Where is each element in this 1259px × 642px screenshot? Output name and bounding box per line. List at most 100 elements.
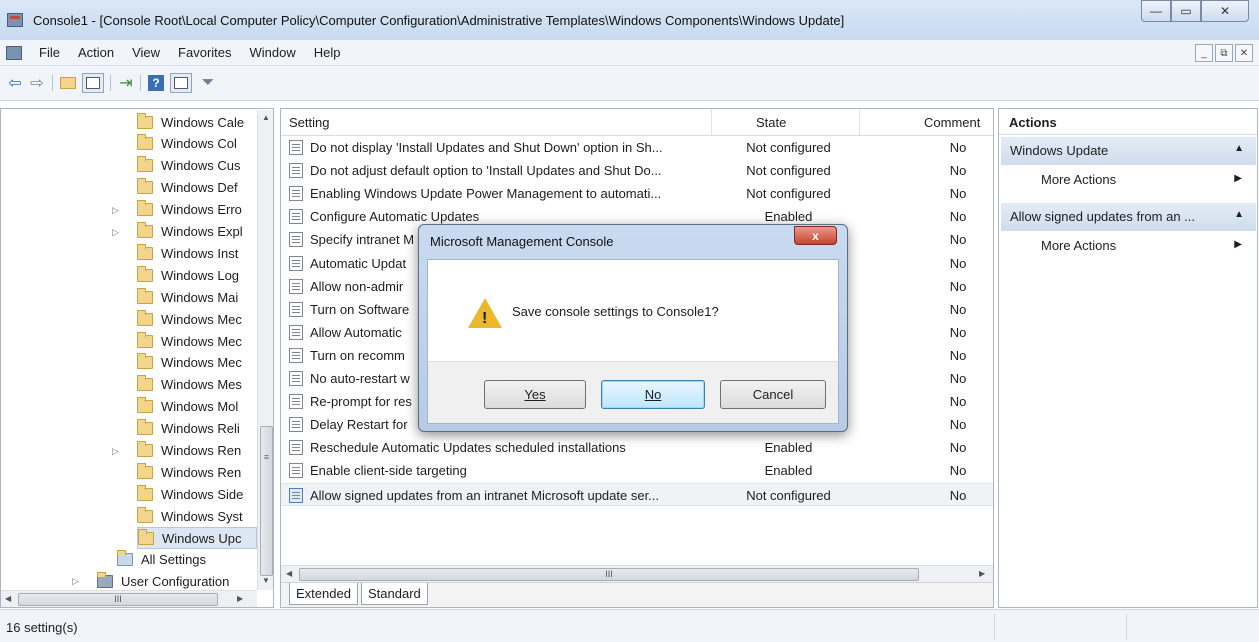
tree-item-windows-component[interactable]: Windows Log	[137, 264, 239, 286]
actions-section-allow-signed-updates[interactable]: Allow signed updates from an ... ▲	[1001, 203, 1256, 231]
actions-header: Actions	[999, 109, 1257, 135]
document-icon[interactable]	[6, 46, 22, 60]
collapse-icon[interactable]: ▲	[1234, 209, 1244, 220]
setting-comment: No	[949, 278, 967, 294]
expand-icon[interactable]: ▷	[72, 576, 79, 587]
column-header-comment[interactable]: Comment	[924, 115, 980, 130]
column-header-setting[interactable]: Setting	[289, 115, 329, 130]
expand-icon[interactable]: ▷	[112, 227, 119, 238]
tab-extended[interactable]: Extended	[289, 583, 358, 605]
help-icon[interactable]: ?	[146, 73, 166, 93]
tree-item-windows-component[interactable]: Windows Inst	[137, 242, 238, 264]
scroll-thumb[interactable]: III	[18, 593, 218, 606]
more-actions-item[interactable]: More Actions ▶	[1001, 167, 1256, 193]
tree-item-windows-component[interactable]: Windows Side	[137, 483, 243, 505]
table-row[interactable]: Enabling Windows Update Power Management…	[281, 182, 993, 205]
scroll-left-icon[interactable]: ◀	[286, 569, 292, 578]
tree-item-all-settings[interactable]: All Settings	[117, 548, 206, 570]
tree-item-windows-component[interactable]: Windows Mol	[137, 396, 238, 418]
tree-item-windows-component[interactable]: Windows Def	[137, 177, 238, 199]
table-row[interactable]: Do not adjust default option to 'Install…	[281, 159, 993, 182]
menu-bar: File Action View Favorites Window Help _…	[0, 40, 1259, 66]
mdi-close-button[interactable]: ✕	[1235, 44, 1253, 62]
menu-view[interactable]: View	[123, 45, 169, 60]
menu-action[interactable]: Action	[69, 45, 123, 60]
scroll-right-icon[interactable]: ▶	[237, 594, 243, 603]
tree-item-windows-component[interactable]: Windows Cale	[137, 111, 244, 133]
mdi-restore-button[interactable]: ⧉	[1215, 44, 1233, 62]
tree-item-windows-component[interactable]: Windows Upc	[137, 527, 257, 550]
minimize-button[interactable]: —	[1141, 0, 1171, 22]
column-divider[interactable]	[859, 109, 860, 135]
column-divider[interactable]	[711, 109, 712, 135]
export-icon[interactable]: ⇥	[116, 73, 136, 93]
mdi-minimize-button[interactable]: _	[1195, 44, 1213, 62]
close-button[interactable]: ✕	[1201, 0, 1249, 22]
tree-vertical-scrollbar[interactable]: ▲ ≡ ▼	[257, 110, 273, 590]
scroll-left-icon[interactable]: ◀	[5, 594, 11, 603]
tree-item-user-configuration[interactable]: ▷ User Configuration	[72, 570, 229, 592]
more-actions-item[interactable]: More Actions ▶	[1001, 233, 1256, 259]
expand-icon[interactable]: ▷	[112, 446, 119, 457]
table-row[interactable]: Allow signed updates from an intranet Mi…	[281, 482, 993, 506]
tab-standard[interactable]: Standard	[361, 583, 428, 605]
tree-item-windows-component[interactable]: Windows Mec	[137, 352, 242, 374]
folder-icon	[137, 484, 153, 501]
tree-item-windows-component[interactable]: Windows Mai	[137, 286, 238, 308]
setting-comment: No	[949, 186, 967, 202]
scroll-thumb[interactable]: III	[299, 568, 919, 581]
setting-state: Enabled	[764, 440, 813, 456]
expand-icon[interactable]: ▷	[112, 205, 119, 216]
setting-comment: No	[949, 371, 967, 386]
tree-item-windows-component[interactable]: Windows Mes	[137, 374, 242, 396]
dialog-close-button[interactable]: x	[794, 226, 837, 245]
no-button[interactable]: No	[601, 380, 705, 409]
tree-item-windows-component[interactable]: Windows Reli	[137, 418, 240, 440]
collapse-icon[interactable]: ▲	[1234, 143, 1244, 154]
filter-icon[interactable]: ⏷	[198, 73, 218, 93]
menu-file[interactable]: File	[30, 45, 69, 60]
up-folder-icon[interactable]	[58, 73, 78, 93]
setting-name: Enable client-side targeting	[310, 463, 467, 479]
tree-item-windows-component[interactable]: Windows Mec	[137, 330, 242, 352]
scroll-up-icon[interactable]: ▲	[262, 113, 270, 122]
tree-item-windows-component[interactable]: Windows Cus	[137, 155, 240, 177]
setting-comment: No	[949, 163, 967, 179]
tree-horizontal-scrollbar[interactable]: ◀ III ▶	[1, 590, 257, 607]
back-icon[interactable]: ⇦	[6, 73, 24, 93]
maximize-button[interactable]: ▭	[1171, 0, 1201, 22]
cancel-button[interactable]: Cancel	[720, 380, 826, 409]
table-row[interactable]: Do not display 'Install Updates and Shut…	[281, 136, 993, 159]
tree-item-windows-component[interactable]: ▷ Windows Expl	[112, 221, 243, 243]
menu-favorites[interactable]: Favorites	[169, 45, 240, 60]
actions-section-windows-update[interactable]: Windows Update ▲	[1001, 137, 1256, 165]
yes-button[interactable]: Yes	[484, 380, 586, 409]
warning-exclamation: !	[482, 310, 488, 327]
action-pane-icon[interactable]	[170, 73, 192, 93]
setting-comment: No	[949, 140, 967, 155]
menu-help[interactable]: Help	[305, 45, 350, 60]
tree-item-windows-component[interactable]: Windows Syst	[137, 505, 243, 527]
column-header-state[interactable]: State	[756, 115, 786, 130]
setting-comment: No	[949, 440, 967, 456]
tree-item-windows-component[interactable]: ▷ Windows Ren	[112, 440, 241, 462]
scroll-right-icon[interactable]: ▶	[979, 569, 985, 578]
dialog-title: Microsoft Management Console	[430, 234, 614, 249]
tree-item-windows-component[interactable]: ▷ Windows Erro	[112, 199, 242, 221]
scroll-thumb[interactable]: ≡	[260, 426, 273, 576]
tree-item-label: Windows Expl	[161, 224, 243, 239]
show-tree-icon[interactable]	[82, 73, 104, 93]
scroll-down-icon[interactable]: ▼	[262, 576, 270, 585]
list-horizontal-scrollbar[interactable]: ◀ III ▶	[281, 565, 993, 582]
tree-item-windows-component[interactable]: Windows Ren	[137, 461, 241, 483]
tree-item-windows-component[interactable]: Windows Mec	[137, 308, 242, 330]
table-row[interactable]: Reschedule Automatic Updates scheduled i…	[281, 436, 993, 459]
table-row[interactable]: Enable client-side targeting Enabled No	[281, 459, 993, 482]
menu-window[interactable]: Window	[241, 45, 305, 60]
title-bar: Console1 - [Console Root\Local Computer …	[0, 0, 1259, 40]
forward-icon[interactable]: ⇨	[28, 73, 46, 93]
setting-name: Configure Automatic Updates	[310, 209, 480, 225]
setting-comment: No	[949, 394, 967, 410]
tree-item-windows-component[interactable]: Windows Col	[137, 133, 237, 155]
policy-setting-icon	[289, 186, 303, 202]
